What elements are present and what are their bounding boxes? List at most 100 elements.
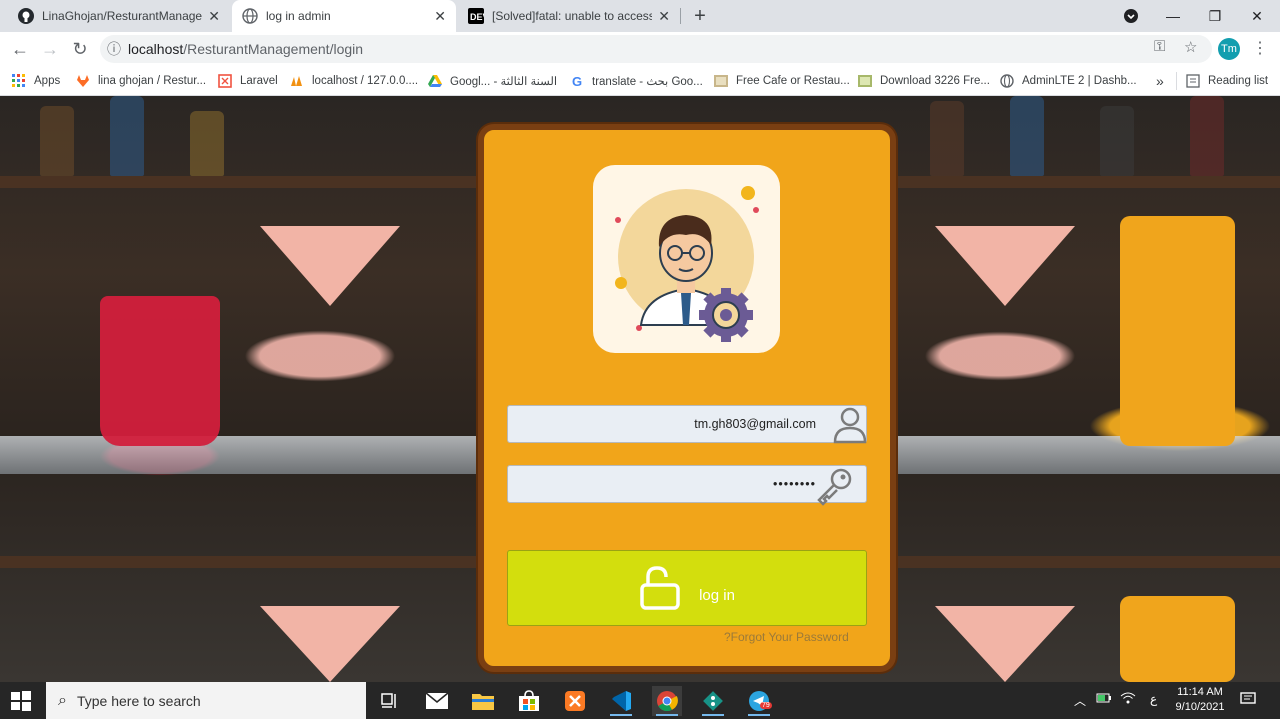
- tab-title: log in admin: [266, 9, 331, 23]
- bookmark-label: Laravel: [240, 75, 278, 87]
- google-drive-icon: [428, 74, 442, 88]
- bookmark-label: translate - بحث Goo...: [592, 76, 703, 88]
- tab-solved-fatal[interactable]: DEV [Solved]fatal: unable to access : C …: [458, 0, 680, 32]
- martini-glass: [935, 226, 1075, 306]
- taskbar-vscode[interactable]: [606, 686, 636, 716]
- menu-kebab-icon[interactable]: ⋮: [1252, 38, 1268, 58]
- address-bar[interactable]: ⓘ localhost/ResturantManagement/login: [100, 35, 1212, 63]
- input-language[interactable]: ع: [1150, 692, 1157, 706]
- bookmark-apps[interactable]: Apps: [12, 72, 60, 90]
- taskbar-chrome[interactable]: [652, 686, 682, 716]
- martini-glass: [260, 226, 400, 306]
- clock-date: 9/10/2021: [1175, 701, 1225, 713]
- back-button[interactable]: ←: [7, 36, 33, 62]
- telegram-badge: 79: [760, 702, 772, 709]
- maximize-button[interactable]: ❐: [1194, 0, 1236, 32]
- bookmark-label: Googl... - السنة الثالثة: [450, 76, 558, 88]
- reload-button[interactable]: ↻: [67, 36, 93, 62]
- minimize-button[interactable]: —: [1152, 0, 1194, 32]
- close-tab-icon[interactable]: ✕: [658, 8, 670, 25]
- running-indicator: [656, 714, 678, 716]
- tab-github[interactable]: LinaGhojan/ResturantManageme ✕: [8, 0, 230, 32]
- tab-strip: LinaGhojan/ResturantManageme ✕ log in ad…: [0, 0, 1280, 32]
- bottle-decoration: [1010, 96, 1044, 176]
- taskbar-gitkraken[interactable]: [698, 686, 728, 716]
- globe-icon: [1000, 74, 1014, 88]
- password-field[interactable]: ••••••••: [507, 465, 867, 503]
- reading-list-button[interactable]: Reading list: [1186, 72, 1268, 90]
- close-tab-icon[interactable]: ✕: [434, 8, 446, 25]
- wifi-icon[interactable]: [1120, 692, 1136, 707]
- git-icon: [703, 691, 723, 711]
- gitlab-icon: [76, 74, 90, 88]
- bookmark-label: localhost / 127.0.0....: [312, 75, 419, 87]
- bookmark-phpmyadmin[interactable]: localhost / 127.0.0....: [290, 72, 418, 90]
- bookmark-free-cafe[interactable]: Free Cafe or Restau...: [714, 72, 850, 90]
- tab-login-admin[interactable]: log in admin ✕: [232, 0, 456, 32]
- taskbar-mail[interactable]: [422, 686, 452, 716]
- taskbar-telegram[interactable]: 79: [744, 686, 774, 716]
- windows-taskbar: ⌕ Type here to search 79 ︿ ع 11:14 AM 9/…: [0, 682, 1280, 719]
- laravel-icon: [218, 74, 232, 88]
- task-view-button[interactable]: [374, 686, 404, 716]
- close-window-button[interactable]: ✕: [1236, 0, 1278, 32]
- unlock-icon: [640, 566, 680, 610]
- bottle-decoration: [1100, 106, 1134, 176]
- close-tab-icon[interactable]: ✕: [208, 8, 220, 25]
- key-icon[interactable]: ⚿: [1154, 38, 1165, 55]
- bookmark-download[interactable]: Download 3226 Fre...: [858, 72, 990, 90]
- admin-avatar-icon: [615, 186, 759, 342]
- bookmark-adminlte[interactable]: AdminLTE 2 | Dashb...: [1000, 72, 1137, 90]
- bottle-decoration: [40, 106, 74, 176]
- tab-title: LinaGhojan/ResturantManageme: [42, 9, 203, 23]
- login-button[interactable]: log in: [507, 550, 867, 626]
- windows-start-icon[interactable]: [10, 690, 32, 712]
- vscode-icon: [612, 691, 631, 711]
- bookmark-label: Free Cafe or Restau...: [736, 75, 850, 87]
- xampp-icon: [565, 691, 585, 711]
- image-icon: [714, 74, 728, 88]
- taskbar-search-box[interactable]: ⌕ Type here to search: [46, 682, 366, 719]
- notification-icon[interactable]: [1240, 692, 1256, 709]
- task-view-icon: [381, 693, 396, 708]
- taskbar-xampp[interactable]: [560, 686, 590, 716]
- bottle-decoration: [190, 111, 224, 176]
- battery-icon[interactable]: [1096, 692, 1112, 707]
- bookmark-laravel[interactable]: Laravel: [218, 72, 278, 90]
- user-icon: [833, 407, 867, 444]
- google-icon: G: [571, 73, 583, 89]
- system-clock[interactable]: 11:14 AM 9/10/2021: [1160, 685, 1240, 715]
- key-icon: [817, 468, 852, 506]
- forgot-password-link[interactable]: ?Forgot Your Password: [724, 630, 849, 644]
- info-icon[interactable]: ⓘ: [100, 39, 128, 59]
- star-icon[interactable]: ☆: [1184, 38, 1197, 56]
- tab-title: [Solved]fatal: unable to access : C: [492, 9, 653, 23]
- taskbar-store[interactable]: [514, 686, 544, 716]
- taskbar-file-explorer[interactable]: [468, 686, 498, 716]
- bottle-decoration: [930, 101, 964, 176]
- tab-separator: [680, 8, 681, 24]
- running-indicator: [702, 714, 724, 716]
- bookmark-label: lina ghojan / Restur...: [98, 75, 207, 87]
- search-icon: ⌕: [58, 691, 67, 709]
- red-cocktail-glass: [100, 296, 220, 446]
- url-host: localhost: [128, 41, 184, 57]
- chevron-up-icon[interactable]: ︿: [1074, 692, 1086, 709]
- bookmarks-overflow-button[interactable]: »: [1156, 72, 1164, 90]
- bottle-decoration: [110, 96, 144, 176]
- tab-search-button[interactable]: [1110, 0, 1152, 32]
- mail-icon: [425, 692, 449, 709]
- browser-toolbar: ← → ↻ ⓘ localhost/ResturantManagement/lo…: [0, 32, 1280, 66]
- forward-button[interactable]: →: [37, 36, 63, 62]
- bookmark-gitlab[interactable]: lina ghojan / Restur...: [76, 72, 206, 90]
- bookmark-google-drive[interactable]: Googl... - السنة الثالثة: [428, 72, 557, 90]
- admin-avatar: [593, 165, 780, 353]
- login-button-label: log in: [699, 586, 735, 604]
- store-icon: [519, 690, 539, 711]
- profile-avatar[interactable]: Tm: [1218, 38, 1240, 60]
- email-field[interactable]: tm.gh803@gmail.com: [507, 405, 867, 443]
- bookmark-label: Apps: [34, 75, 61, 87]
- github-icon: [18, 8, 34, 24]
- bookmark-translate[interactable]: G translate - بحث Goo...: [570, 72, 703, 90]
- new-tab-button[interactable]: +: [688, 4, 712, 28]
